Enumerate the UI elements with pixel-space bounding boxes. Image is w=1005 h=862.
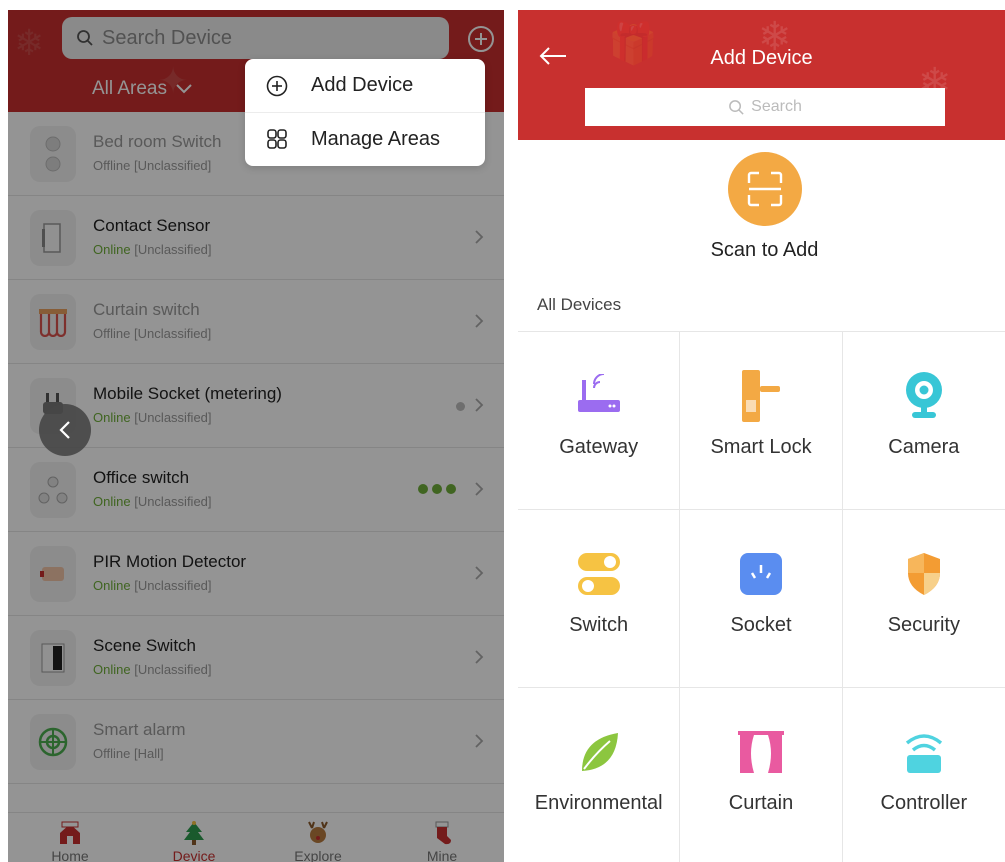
scan-to-add-label: Scan to Add xyxy=(710,239,819,261)
shield-icon xyxy=(898,548,950,600)
category-switch[interactable]: Switch xyxy=(518,510,681,687)
category-camera[interactable]: Camera xyxy=(843,332,1005,509)
door-lock-icon xyxy=(735,370,787,422)
category-label: Environmental xyxy=(534,792,663,814)
category-label: Socket xyxy=(730,614,792,636)
webcam-icon xyxy=(898,370,950,422)
search-input[interactable]: Search xyxy=(585,88,945,126)
scan-icon xyxy=(747,171,783,207)
category-label: Controller xyxy=(880,792,968,814)
manage-areas-menu-item[interactable]: Manage Areas xyxy=(245,112,485,165)
add-device-screen: 🎁 ❄ ❄ Add Device Search Scan to Add All … xyxy=(518,10,1005,862)
device-list-screen: ❄ ✦ ❄ Search Device All Areas Bed room S… xyxy=(8,10,504,862)
device-category-grid: Gateway Smart Lock Camera Switch Socket … xyxy=(518,331,1005,862)
category-gateway[interactable]: Gateway xyxy=(518,332,681,509)
category-curtain[interactable]: Curtain xyxy=(680,688,843,862)
toggle-switch-icon xyxy=(573,548,625,600)
category-controller[interactable]: Controller xyxy=(843,688,1005,862)
category-environmental[interactable]: Environmental xyxy=(518,688,681,862)
category-socket[interactable]: Socket xyxy=(680,510,843,687)
curtain-icon xyxy=(735,726,787,778)
router-icon xyxy=(573,370,625,422)
add-menu-popup: Add Device Manage Areas xyxy=(245,59,485,166)
wifi-signal-icon xyxy=(898,726,950,778)
add-circle-icon xyxy=(266,75,288,96)
category-label: Curtain xyxy=(728,792,794,814)
floating-back-button[interactable] xyxy=(39,404,91,456)
chevron-left-icon xyxy=(59,421,70,439)
screenshot-root: ❄ ✦ ❄ Search Device All Areas Bed room S… xyxy=(0,0,1005,862)
leaf-icon xyxy=(573,726,625,778)
manage-areas-label: Manage Areas xyxy=(311,127,440,150)
category-label: Switch xyxy=(569,614,629,636)
scan-to-add-button[interactable] xyxy=(728,152,802,226)
category-label: Smart Lock xyxy=(710,436,812,458)
add-device-header: 🎁 ❄ ❄ Add Device Search xyxy=(518,10,1005,140)
category-smart-lock[interactable]: Smart Lock xyxy=(680,332,843,509)
power-socket-icon xyxy=(735,548,787,600)
add-device-menu-item[interactable]: Add Device xyxy=(245,59,485,112)
page-title: Add Device xyxy=(710,47,813,69)
category-label: Gateway xyxy=(559,436,639,458)
category-security[interactable]: Security xyxy=(843,510,1005,687)
section-title: All Devices xyxy=(537,295,622,314)
search-placeholder: Search xyxy=(751,98,802,115)
grid-icon xyxy=(267,129,287,149)
search-icon xyxy=(729,99,744,115)
add-device-label: Add Device xyxy=(311,74,414,96)
category-label: Camera xyxy=(888,436,960,458)
category-label: Security xyxy=(887,614,960,636)
